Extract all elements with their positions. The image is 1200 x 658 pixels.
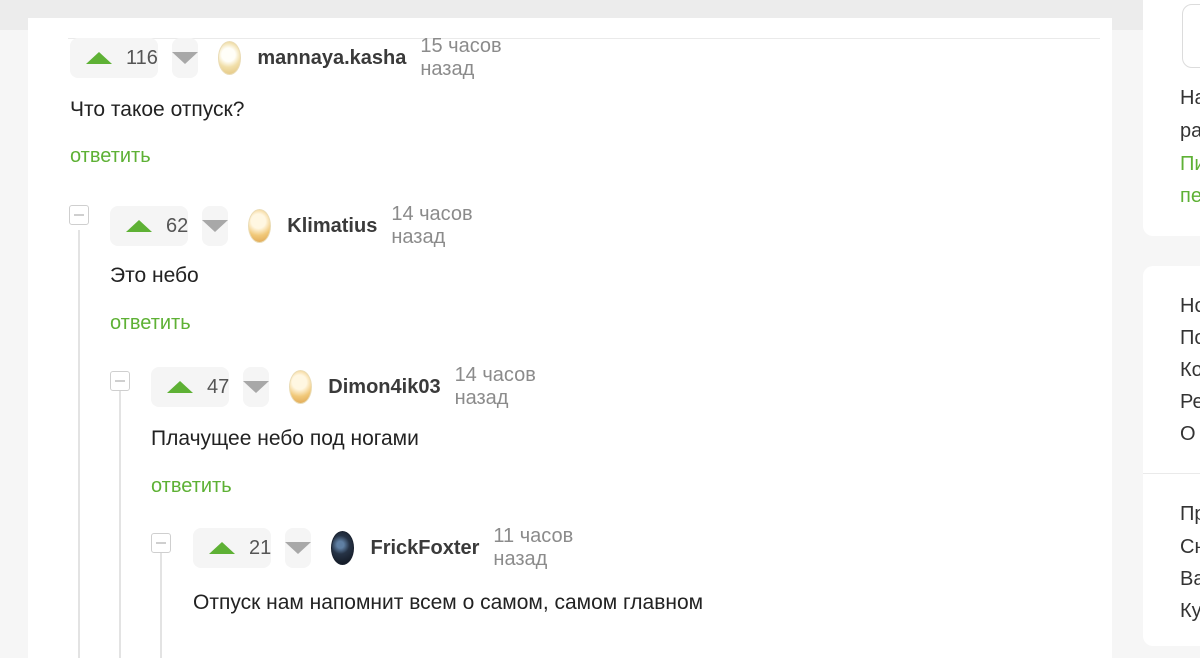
upvote-button[interactable]: 62 (110, 206, 189, 246)
sidebar-menu-item[interactable]: Ва (1180, 568, 1200, 591)
reply-link[interactable]: ответить (70, 145, 151, 168)
author-name[interactable]: Dimon4ik03 (328, 376, 440, 399)
comment-header: 21 FrickFoxter 11 часов назад (193, 525, 586, 571)
thread-line[interactable] (160, 553, 162, 658)
avatar[interactable] (217, 41, 242, 75)
downvote-button[interactable] (202, 206, 229, 246)
comments-panel: 116 mannaya.kasha 15 часов назад Что так… (28, 18, 1112, 658)
sidebar-text: ра (1180, 120, 1200, 142)
reply-link[interactable]: ответить (110, 312, 191, 335)
upvote-button[interactable]: 47 (151, 367, 230, 407)
comment-time[interactable]: 14 часов назад (391, 203, 484, 249)
upvote-button[interactable]: 21 (193, 528, 272, 568)
sidebar-link[interactable]: Пи (1180, 153, 1200, 176)
author-name[interactable]: FrickFoxter (370, 537, 479, 560)
collapse-button[interactable] (151, 533, 171, 553)
upvote-icon (126, 220, 152, 232)
comment-header: 47 Dimon4ik03 14 часов назад (151, 364, 548, 410)
author-name[interactable]: mannaya.kasha (257, 47, 406, 70)
downvote-button[interactable] (285, 528, 312, 568)
comment-time[interactable]: 15 часов назад (420, 35, 515, 81)
sidebar-menu-item[interactable]: Ре (1180, 391, 1200, 414)
author-name[interactable]: Klimatius (287, 215, 377, 238)
downvote-button[interactable] (243, 367, 270, 407)
comment-text: Плачущее небо под ногами (151, 427, 419, 450)
upvote-icon (167, 381, 193, 393)
comment-time[interactable]: 14 часов назад (455, 364, 548, 410)
search-box[interactable] (1182, 4, 1200, 68)
sidebar-menu-item[interactable]: Но (1180, 295, 1200, 318)
upvote-icon (86, 52, 112, 64)
downvote-icon (171, 52, 198, 64)
collapse-button[interactable] (69, 205, 89, 225)
sidebar-menu-item[interactable]: Ку (1180, 600, 1200, 623)
downvote-icon (202, 220, 229, 232)
upvote-button[interactable]: 116 (70, 38, 158, 78)
rating-count: 116 (126, 46, 158, 69)
sidebar-menu-item[interactable]: По (1180, 327, 1200, 350)
comment-time[interactable]: 11 часов назад (493, 525, 585, 571)
reply-link[interactable]: ответить (151, 475, 232, 498)
sidebar-menu-item[interactable]: Ко (1180, 359, 1200, 382)
upvote-icon (209, 542, 235, 554)
thread-line[interactable] (119, 391, 121, 658)
sidebar-link[interactable]: пе (1180, 185, 1200, 208)
sidebar-menu-item[interactable]: О (1180, 423, 1196, 446)
downvote-icon (243, 381, 270, 393)
sidebar-text: На (1180, 87, 1200, 109)
downvote-icon (285, 542, 312, 554)
avatar[interactable] (289, 370, 313, 404)
comment-header: 62 Klimatius 14 часов назад (110, 203, 484, 249)
rating-count: 62 (166, 214, 189, 237)
comment-text: Отпуск нам напомнит всем о самом, самом … (193, 591, 704, 614)
comment-header: 116 mannaya.kasha 15 часов назад (70, 35, 515, 81)
downvote-button[interactable] (171, 38, 198, 78)
thread-line[interactable] (78, 230, 80, 658)
divider (1143, 473, 1200, 474)
avatar[interactable] (248, 209, 272, 243)
sidebar-menu-item[interactable]: Пр (1180, 503, 1200, 526)
rating-count: 47 (207, 375, 230, 398)
collapse-button[interactable] (110, 371, 130, 391)
comment-text: Что такое отпуск? (70, 98, 245, 121)
comment-text: Это небо (110, 264, 199, 287)
rating-count: 21 (249, 536, 272, 559)
sidebar-menu-item[interactable]: Сн (1180, 536, 1200, 559)
avatar[interactable] (331, 531, 355, 565)
